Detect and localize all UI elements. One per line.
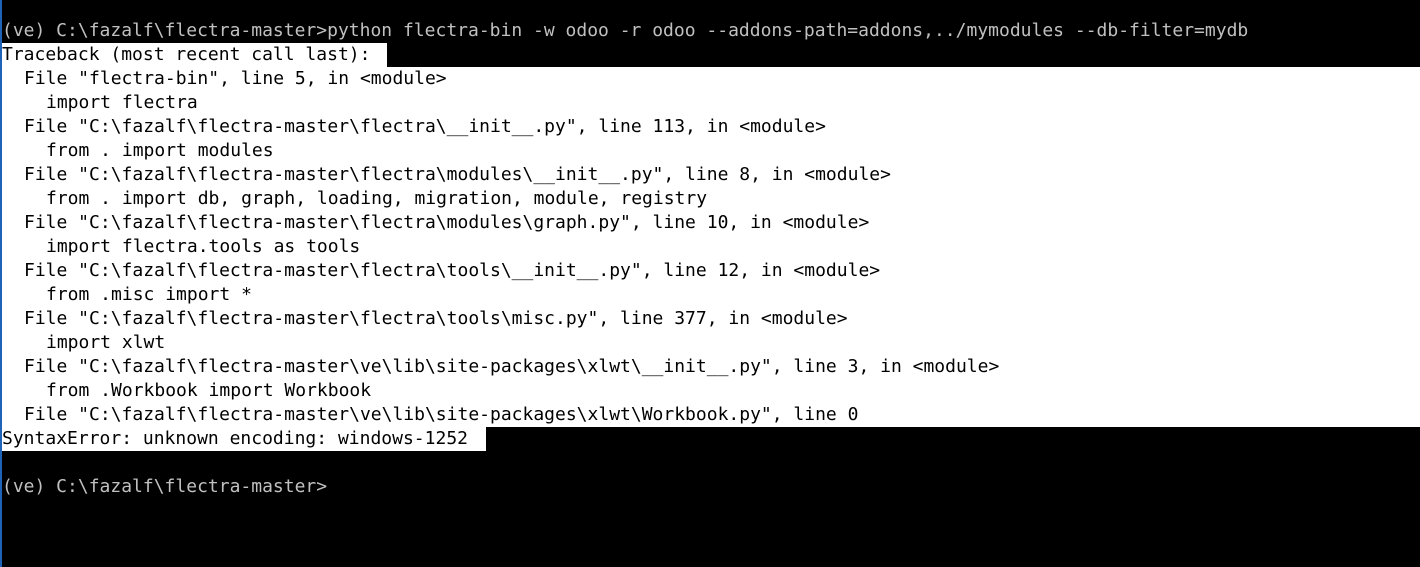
traceback-file-line: File "C:\fazalf\flectra-master\ve\lib\si… — [2, 355, 1000, 379]
traceback-code-line: from . import db, graph, loading, migrat… — [2, 187, 708, 211]
error-message: SyntaxError: unknown encoding: windows-1… — [2, 427, 486, 451]
traceback-file-line: File "C:\fazalf\flectra-master\flectra\_… — [2, 115, 826, 139]
traceback-file-line: File "C:\fazalf\flectra-master\flectra\m… — [2, 163, 891, 187]
traceback-file-line: File "C:\fazalf\flectra-master\flectra\t… — [2, 307, 848, 331]
traceback-file-line: File "C:\fazalf\flectra-master\flectra\t… — [2, 259, 881, 283]
traceback-code-line: import xlwt — [2, 331, 166, 355]
traceback-file-line: File "flectra-bin", line 5, in <module> — [2, 67, 447, 91]
traceback-code-line: from .misc import * — [2, 283, 252, 307]
console-window[interactable]: (ve) C:\fazalf\flectra-master>python fle… — [0, 0, 1420, 567]
traceback-code-line: import flectra — [2, 91, 198, 115]
traceback-header: Traceback (most recent call last): — [2, 43, 387, 67]
traceback-last-file-line: File "C:\fazalf\flectra-master\ve\lib\si… — [2, 403, 859, 427]
shell-prompt[interactable]: (ve) C:\fazalf\flectra-master> — [2, 475, 327, 499]
command-line: (ve) C:\fazalf\flectra-master>python fle… — [2, 20, 1249, 41]
traceback-code-line: import flectra.tools as tools — [2, 235, 361, 259]
traceback-code-line: from . import modules — [2, 139, 274, 163]
traceback-file-line: File "C:\fazalf\flectra-master\flectra\m… — [2, 211, 870, 235]
traceback-code-line: from .Workbook import Workbook — [2, 379, 372, 403]
